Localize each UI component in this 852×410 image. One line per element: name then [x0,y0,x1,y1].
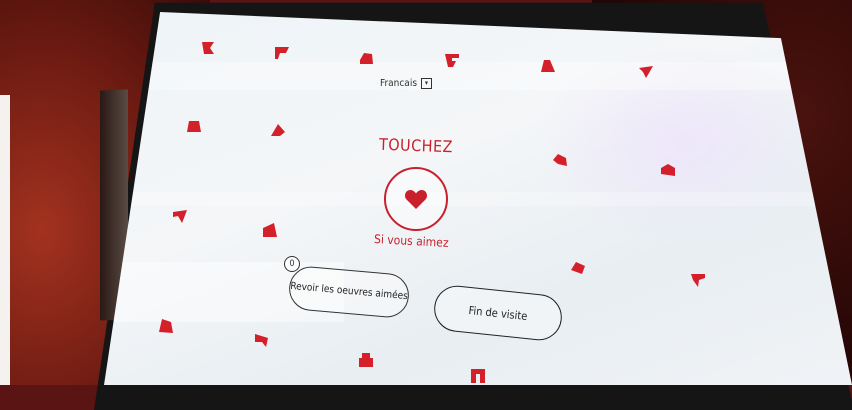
decor-shape [661,164,675,176]
chevron-down-icon: ▾ [421,78,433,89]
screen-glare [104,62,852,90]
decor-shape [541,60,555,72]
decor-shape [639,66,653,78]
language-selector[interactable]: Francais ▾ [380,78,433,89]
decor-shape [202,42,214,54]
decor-shape [571,262,585,274]
decor-shape [159,319,173,333]
decor-shape [271,124,285,136]
like-button[interactable] [384,167,448,231]
decor-shape [445,54,459,67]
kiosk-screen: Francais ▾ TOUCHEZ Si vous aimez 0 Revoi… [104,12,852,385]
decor-shape [187,121,201,132]
language-label: Francais [380,78,418,89]
decor-shape [263,223,277,237]
decor-shape [173,210,187,223]
decor-shape [691,274,705,287]
wall-edge [0,95,10,385]
review-liked-button[interactable]: Revoir les oeuvres aimées [287,264,411,320]
screen-glare [104,192,852,206]
prompt-subtitle: Si vous aimez [373,232,449,250]
end-visit-button[interactable]: Fin de visite [431,283,565,343]
decor-shape [275,47,289,59]
decor-shape [360,53,373,64]
decor-shape [553,154,567,166]
decor-shape [471,369,485,383]
heart-icon [404,190,428,209]
decor-shape [359,353,373,367]
prompt-title: TOUCHEZ [378,134,454,157]
decor-shape [255,334,268,347]
